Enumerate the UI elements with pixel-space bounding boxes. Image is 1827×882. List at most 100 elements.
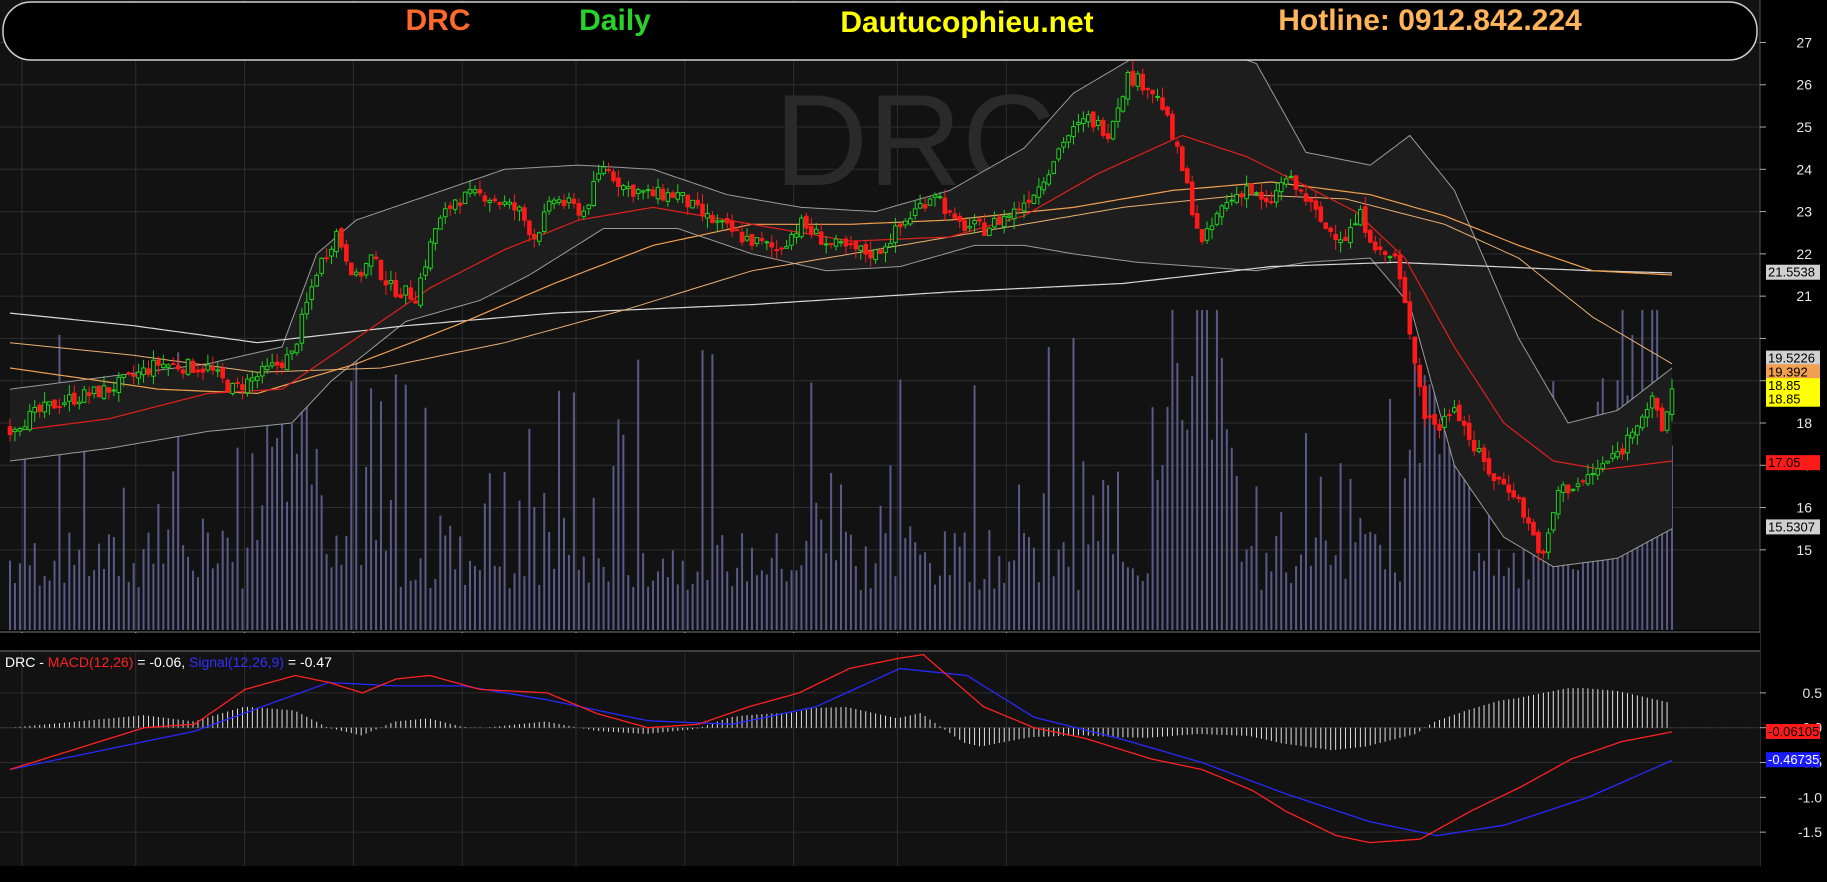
candle-body [621,185,626,190]
candle-body [1214,213,1220,225]
candle-body [408,287,413,300]
candle-body [1605,460,1610,464]
candle-body [665,192,671,202]
candle-body [1150,89,1155,95]
candle-body [947,210,953,213]
candle-body [1288,175,1294,178]
candle-body [1363,206,1368,233]
candle-body [131,373,136,377]
candle-body [512,202,517,211]
candle-body [967,225,972,229]
candle-body [264,365,270,371]
candle-body [344,244,349,262]
candle-body [1046,174,1052,185]
candle-body [373,256,379,260]
macd-legend: DRC - MACD(12,26) = -0.06, Signal(12,26,… [5,654,332,670]
candle-body [630,184,636,197]
candle-body [1249,183,1254,194]
candle-body [1298,189,1304,192]
candle-body [541,211,547,232]
candle-body [794,233,799,238]
candle-body [1417,364,1423,388]
candle-body [1239,193,1244,198]
candle-body [423,266,428,276]
candle-body [37,404,42,412]
candle-body [1254,192,1259,195]
candle-body [1120,96,1126,112]
candle-body [744,235,750,241]
candle-body [96,385,102,398]
candle-body [1323,222,1329,229]
y-tick-label: -1.0 [1798,789,1822,805]
candle-body [447,205,453,209]
candle-body [1170,113,1175,140]
candle-body [1432,414,1437,425]
price-tag: 18.85 [1766,391,1820,407]
candle-body [616,177,621,187]
candle-body [363,263,369,276]
candle-body [106,387,112,393]
candle-body [546,200,552,212]
candle-body [858,245,864,251]
candle-body [838,241,844,244]
tag-label: -0.46735 [1768,752,1819,767]
candle-body [962,219,967,231]
candle-body [1506,484,1512,493]
candle-body [922,204,928,209]
candle-body [1006,215,1012,218]
candle-body [1086,114,1091,123]
candle-body [675,192,681,200]
candle-body [294,343,300,354]
candle-body [1447,414,1452,417]
tag-label: 18.85 [1768,392,1801,407]
y-tick-label: 26 [1796,77,1812,93]
candle-body [1382,251,1388,256]
candle-body [428,241,433,269]
candle-body [1521,497,1526,518]
candle-body [438,217,443,230]
candle-body [467,189,473,194]
candle-body [1466,422,1472,440]
candle-body [1575,483,1581,488]
candle-body [883,246,888,253]
candle-body [576,203,582,216]
candle-body [972,219,977,225]
candle-body [1501,478,1507,485]
candle-body [210,366,216,371]
candle-body [1001,215,1007,228]
candle-body [1180,146,1185,172]
candle-body [185,358,191,375]
candle-body [1570,488,1576,491]
candle-body [655,186,661,200]
candle-body [1269,201,1274,204]
candle-body [1204,228,1210,241]
candle-body [1273,190,1279,203]
candle-body [388,279,394,284]
candle-body [769,242,775,248]
tag-label: -0.06105 [1768,724,1819,739]
candle-body [1224,202,1230,209]
candle-body [1486,458,1492,475]
y-tick-label: 16 [1796,500,1812,516]
candle-body [764,241,770,244]
candle-body [1041,181,1047,191]
candle-body [1130,70,1136,86]
candle-body [12,428,18,433]
candle-body [1066,135,1071,143]
candle-body [522,207,527,221]
candle-body [863,244,869,255]
candle-body [442,208,448,218]
candle-body [1259,191,1264,200]
candle-body [1016,208,1022,211]
candle-body [240,384,245,391]
candle-body [982,222,987,236]
candle-body [1036,186,1042,198]
candle-body [452,199,458,210]
candle-body [1407,301,1413,335]
candle-body [329,248,334,257]
candle-body [413,300,418,304]
candle-body [626,186,631,190]
candle-body [556,199,562,203]
candle-body [477,189,483,194]
candle-body [151,359,156,377]
